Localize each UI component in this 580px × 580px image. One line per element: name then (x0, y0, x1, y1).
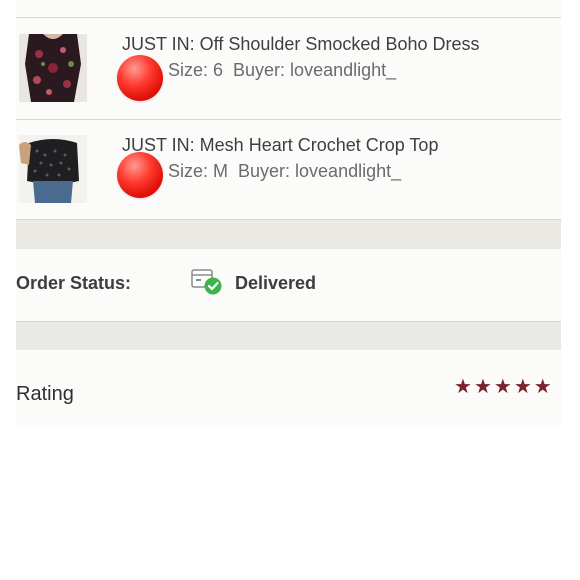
item-size: Size: 6 (168, 60, 224, 80)
star-icon: ★ (454, 376, 472, 398)
item-thumbnail[interactable] (19, 34, 87, 102)
rating-label: Rating (16, 383, 74, 405)
order-details-panel: JUST IN: Off Shoulder Smocked Boho Dress… (16, 0, 561, 428)
order-status-row: Order Status: Delivered (16, 249, 561, 321)
star-icon: ★ (473, 376, 492, 398)
red-dot-icon (117, 55, 163, 101)
order-status-label: Order Status: (16, 273, 132, 293)
list-item[interactable]: JUST IN: Off Shoulder Smocked Boho Dress… (16, 18, 561, 118)
list-item[interactable]: JUST IN: Mesh Heart Crochet Crop Top Siz… (16, 120, 561, 220)
star-icon: ★ (493, 376, 512, 398)
floral-dress-image (19, 34, 87, 102)
star-icon: ★ (533, 376, 552, 398)
mesh-top-image (19, 135, 87, 203)
star-rating: ★ ★ ★ ★ ★ (454, 377, 552, 397)
item-buyer: Buyer: loveandlight_ (238, 161, 402, 181)
package-delivered-icon (190, 266, 224, 296)
section-separator (16, 322, 561, 350)
item-title[interactable]: JUST IN: Off Shoulder Smocked Boho Dress (122, 34, 480, 55)
red-dot-icon (117, 152, 163, 198)
item-title[interactable]: JUST IN: Mesh Heart Crochet Crop Top (122, 135, 438, 156)
item-size: Size: M (168, 161, 229, 181)
rating-row: Rating ★ ★ ★ ★ ★ (16, 350, 561, 428)
item-buyer: Buyer: loveandlight_ (233, 60, 397, 80)
star-icon: ★ (513, 376, 532, 398)
item-meta: Size: M Buyer: loveandlight_ (168, 161, 401, 182)
item-meta: Size: 6 Buyer: loveandlight_ (168, 60, 396, 81)
section-separator (16, 220, 561, 249)
order-status-value: Delivered (235, 273, 317, 293)
item-thumbnail[interactable] (19, 135, 87, 203)
